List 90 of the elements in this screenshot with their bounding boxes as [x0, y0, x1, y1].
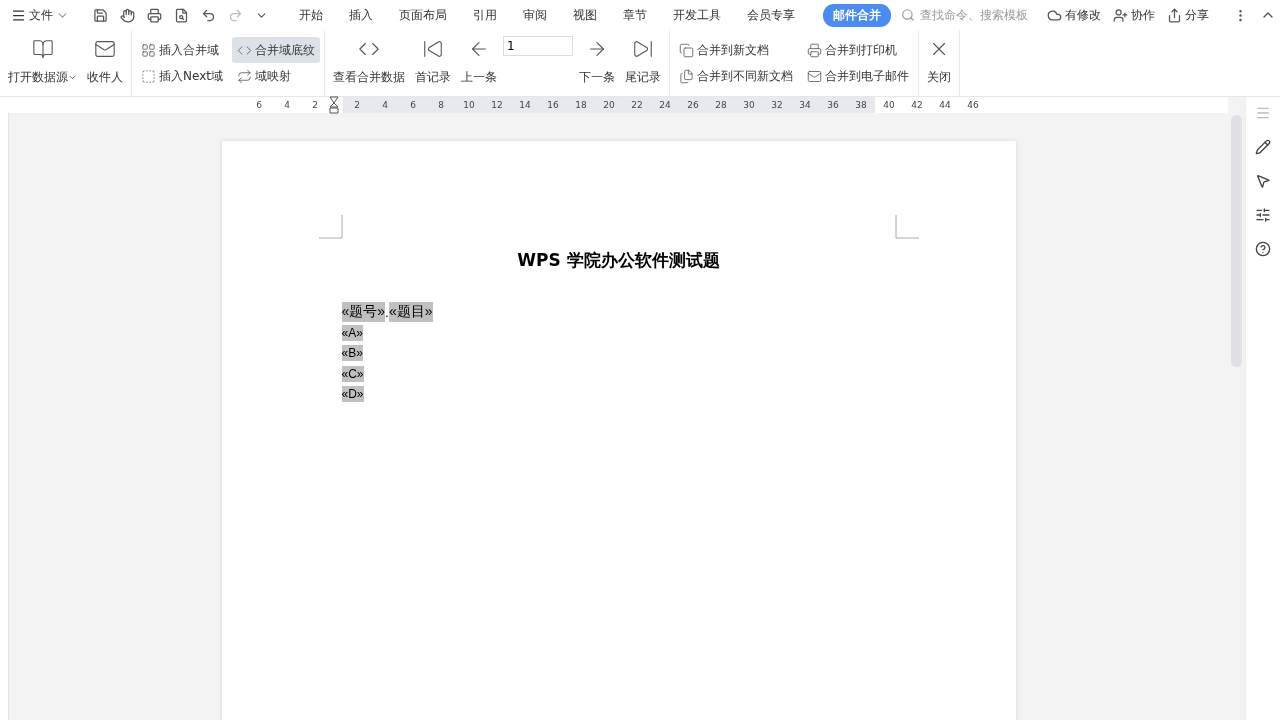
menu-icon	[11, 7, 26, 23]
margin-corner-icon	[318, 215, 343, 239]
files-icon	[678, 68, 694, 84]
skip-back-icon	[421, 38, 444, 60]
ribbon-tab[interactable]: 视图	[563, 3, 607, 27]
ribbon-button[interactable]: 关闭	[922, 34, 955, 92]
ribbon-tab[interactable]: 章节	[613, 3, 657, 27]
indent-marker-icon[interactable]	[329, 96, 339, 114]
sliders-icon[interactable]	[1255, 207, 1271, 223]
share-icon	[1167, 7, 1182, 23]
ribbon-button[interactable]: 尾记录	[620, 34, 665, 92]
file-menu[interactable]: 文件	[6, 3, 74, 27]
ribbon-tab[interactable]: 插入	[339, 3, 383, 27]
merge-field: «A»	[341, 324, 363, 341]
ruler-number: 16	[546, 100, 560, 110]
merge-field: «B»	[341, 345, 363, 362]
toolbar-action[interactable]: 协作	[1108, 3, 1160, 27]
ruler-number: 14	[518, 100, 532, 110]
ruler-number: 34	[798, 100, 812, 110]
separator-text: .	[385, 304, 389, 321]
ribbon-button[interactable]: 域映射	[231, 63, 320, 89]
merge-field: «C»	[341, 365, 364, 382]
pencil-icon[interactable]	[1255, 139, 1271, 155]
help-icon[interactable]	[1255, 241, 1271, 257]
document-title: WPS 学院办公软件测试题	[516, 249, 721, 272]
merge-field: «题目»	[388, 302, 433, 323]
toolbar-action[interactable]: 分享	[1162, 3, 1214, 27]
search-icon	[901, 8, 915, 22]
ribbon-button[interactable]: 查看合并数据	[328, 34, 409, 92]
toolbar-action[interactable]: 有修改	[1042, 3, 1106, 27]
ribbon-button[interactable]: 打开数据源	[4, 34, 81, 92]
ruler-number: 38	[854, 100, 868, 110]
ribbon-button[interactable]: 合并域底纹	[231, 37, 320, 63]
ribbon-tab[interactable]: 页面布局	[389, 3, 457, 27]
merge-field: «D»	[341, 386, 364, 403]
ruler-number: 4	[283, 100, 291, 110]
ribbon-button[interactable]: 插入合并域	[136, 37, 228, 63]
ruler-number: 6	[409, 100, 417, 110]
caret-icon	[68, 73, 77, 82]
ruler-number: 28	[714, 100, 728, 110]
ribbon-tab[interactable]: 开始	[289, 3, 333, 27]
ruler-number: 12	[490, 100, 504, 110]
ribbon-button[interactable]: 收件人	[83, 34, 127, 92]
printer-icon	[806, 42, 822, 58]
pointer-icon[interactable]	[1255, 173, 1271, 189]
ruler-number: 44	[938, 100, 952, 110]
book-icon	[31, 38, 54, 60]
ribbon-button[interactable]: 合并到不同新文档	[673, 63, 798, 89]
ribbon-button[interactable]: 合并到电子邮件	[801, 63, 914, 89]
ribbon-button[interactable]: 上一条	[456, 34, 501, 92]
skip-forward-icon	[631, 38, 654, 60]
ribbon-button[interactable]: 合并到新文档	[673, 37, 798, 63]
ruler-number: 46	[966, 100, 980, 110]
ruler-number: 32	[770, 100, 784, 110]
search-field[interactable]: 查找命令、搜索模板	[901, 7, 1038, 23]
cloud-icon	[1047, 7, 1062, 23]
ruler-number: 8	[437, 100, 445, 110]
ruler-number: 2	[353, 100, 361, 110]
envelope-icon	[94, 38, 116, 60]
ribbon-tab[interactable]: 会员专享	[737, 3, 805, 27]
ruler-number: 26	[686, 100, 700, 110]
ruler-number: 6	[255, 100, 263, 110]
ruler-number: 36	[826, 100, 840, 110]
envelope-icon	[806, 68, 822, 84]
ruler-number: 40	[882, 100, 896, 110]
ribbon-tab[interactable]: 引用	[463, 3, 507, 27]
margin-corner-icon	[894, 215, 919, 239]
ribbon-button[interactable]: 下一条	[574, 34, 619, 92]
ruler-number: 24	[658, 100, 672, 110]
merge-field: «题号»	[341, 302, 386, 323]
ruler-number: 18	[574, 100, 588, 110]
ruler-number: 20	[602, 100, 616, 110]
ruler-number: 42	[910, 100, 924, 110]
ribbon-tab[interactable]: 审阅	[513, 3, 557, 27]
dashed-square-icon	[141, 68, 156, 84]
ribbon-button[interactable]: 首记录	[410, 34, 455, 92]
scrollbar[interactable]	[1228, 97, 1245, 720]
copy-icon	[678, 42, 694, 58]
ruler-number: 10	[462, 100, 476, 110]
ribbon-button[interactable]: 插入Next域	[136, 63, 228, 89]
ruler-number: 4	[381, 100, 389, 110]
ribbon-button[interactable]: 合并到打印机	[801, 37, 914, 63]
ruler-number: 30	[742, 100, 756, 110]
repeat-icon	[236, 68, 252, 84]
grid-icon	[141, 42, 156, 58]
ribbon-tab[interactable]: 开发工具	[663, 3, 731, 27]
ruler-number: 22	[630, 100, 644, 110]
record-number-field[interactable]: 1	[502, 36, 573, 56]
ruler-number: 2	[311, 100, 319, 110]
user-plus-icon	[1113, 7, 1128, 23]
